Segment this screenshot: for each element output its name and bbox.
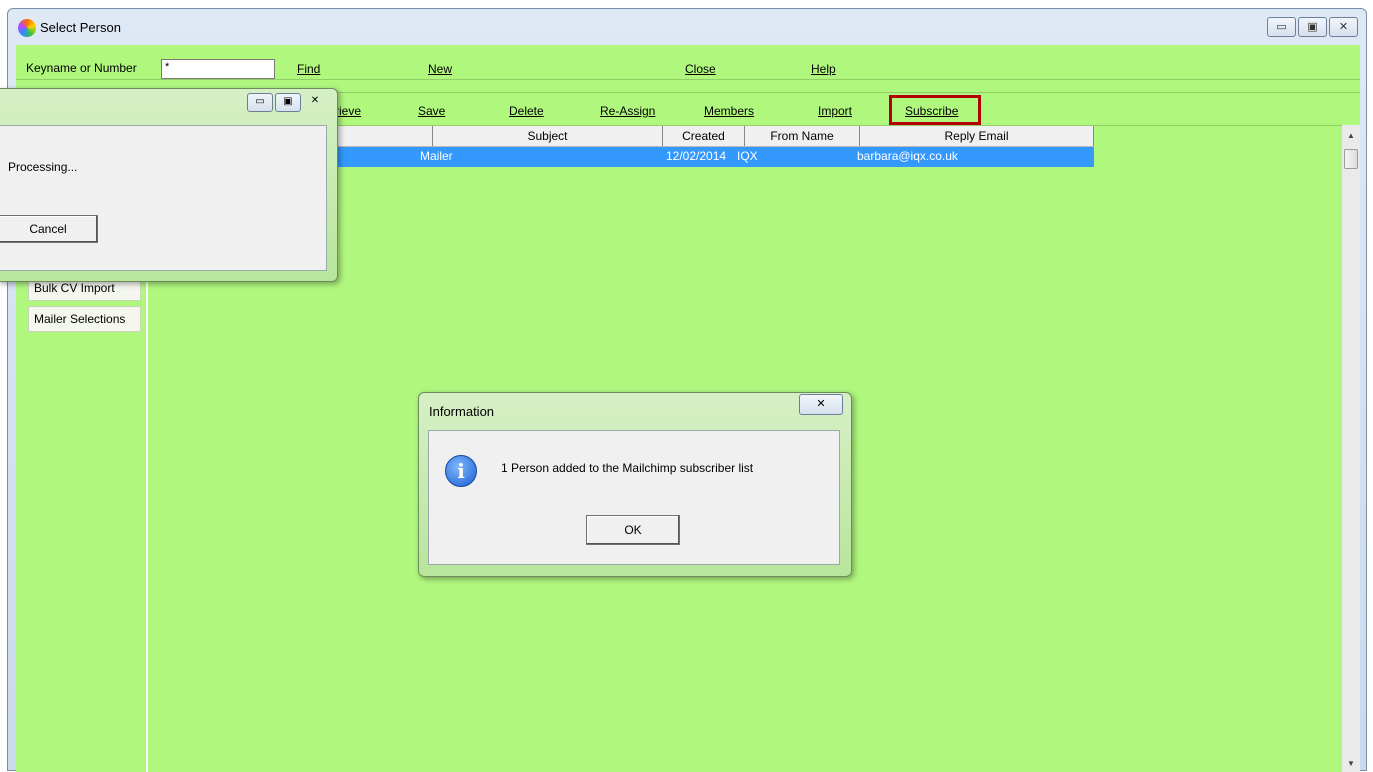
processing-close-button[interactable]: ✕ — [303, 93, 327, 110]
information-title: Information — [429, 404, 495, 419]
members-link[interactable]: Members — [704, 104, 754, 118]
cell-from-name: IQX — [737, 149, 758, 163]
retrieve-link[interactable]: rieve — [335, 104, 361, 118]
close-button[interactable]: ✕ — [1329, 17, 1358, 37]
cell-created: 12/02/2014 — [666, 149, 727, 163]
scroll-down-icon[interactable]: ▼ — [1347, 759, 1355, 768]
col-subject[interactable]: Subject — [433, 126, 663, 146]
sidebar-item-mailer-selections[interactable]: Mailer Selections — [28, 306, 141, 332]
col-from-name[interactable]: From Name — [745, 126, 860, 146]
reassign-link[interactable]: Re-Assign — [600, 104, 655, 118]
close-link[interactable]: Close — [685, 62, 716, 76]
processing-text: Processing... — [8, 160, 78, 174]
minimize-button[interactable]: ▭ — [1267, 17, 1296, 37]
find-link[interactable]: Find — [297, 62, 320, 76]
vertical-scrollbar[interactable]: ▲ ▼ — [1342, 125, 1360, 772]
title-bar: Select Person ▭ ▣ ✕ — [8, 9, 1366, 45]
cell-subject: Mailer — [420, 149, 453, 163]
information-message: 1 Person added to the Mailchimp subscrib… — [501, 461, 754, 475]
col-reply-email[interactable]: Reply Email — [860, 126, 1094, 146]
scroll-thumb[interactable] — [1344, 149, 1358, 169]
information-close-button[interactable]: ✕ — [799, 394, 843, 415]
scroll-up-icon[interactable]: ▲ — [1347, 131, 1355, 140]
cancel-button[interactable]: Cancel — [0, 215, 98, 243]
keyname-input[interactable]: * — [161, 59, 275, 79]
maximize-button[interactable]: ▣ — [1298, 17, 1327, 37]
delete-link[interactable]: Delete — [509, 104, 544, 118]
processing-window-controls: ▭ ▣ ✕ — [247, 93, 327, 112]
processing-title-blurred — [19, 97, 189, 111]
top-toolbar: Keyname or Number * Find New Close Help — [16, 45, 1360, 80]
processing-body: Processing... Cancel — [0, 125, 327, 271]
info-icon: i — [445, 455, 477, 487]
information-body: i 1 Person added to the Mailchimp subscr… — [428, 430, 840, 565]
ok-button[interactable]: OK — [586, 515, 680, 545]
new-link[interactable]: New — [428, 62, 452, 76]
help-link[interactable]: Help — [811, 62, 836, 76]
processing-dialog: ▭ ▣ ✕ Processing... Cancel — [0, 88, 338, 282]
information-dialog: Information ✕ i 1 Person added to the Ma… — [418, 392, 852, 577]
col-created[interactable]: Created — [663, 126, 745, 146]
window-title: Select Person — [40, 20, 121, 35]
save-link[interactable]: Save — [418, 104, 445, 118]
keyname-label: Keyname or Number — [26, 61, 137, 75]
window-controls: ▭ ▣ ✕ — [1267, 17, 1358, 37]
processing-minimize-button[interactable]: ▭ — [247, 93, 273, 112]
cell-reply-email: barbara@iqx.co.uk — [857, 149, 958, 163]
processing-maximize-button[interactable]: ▣ — [275, 93, 301, 112]
subscribe-highlight — [889, 95, 981, 125]
import-link[interactable]: Import — [818, 104, 852, 118]
app-icon — [18, 19, 36, 37]
